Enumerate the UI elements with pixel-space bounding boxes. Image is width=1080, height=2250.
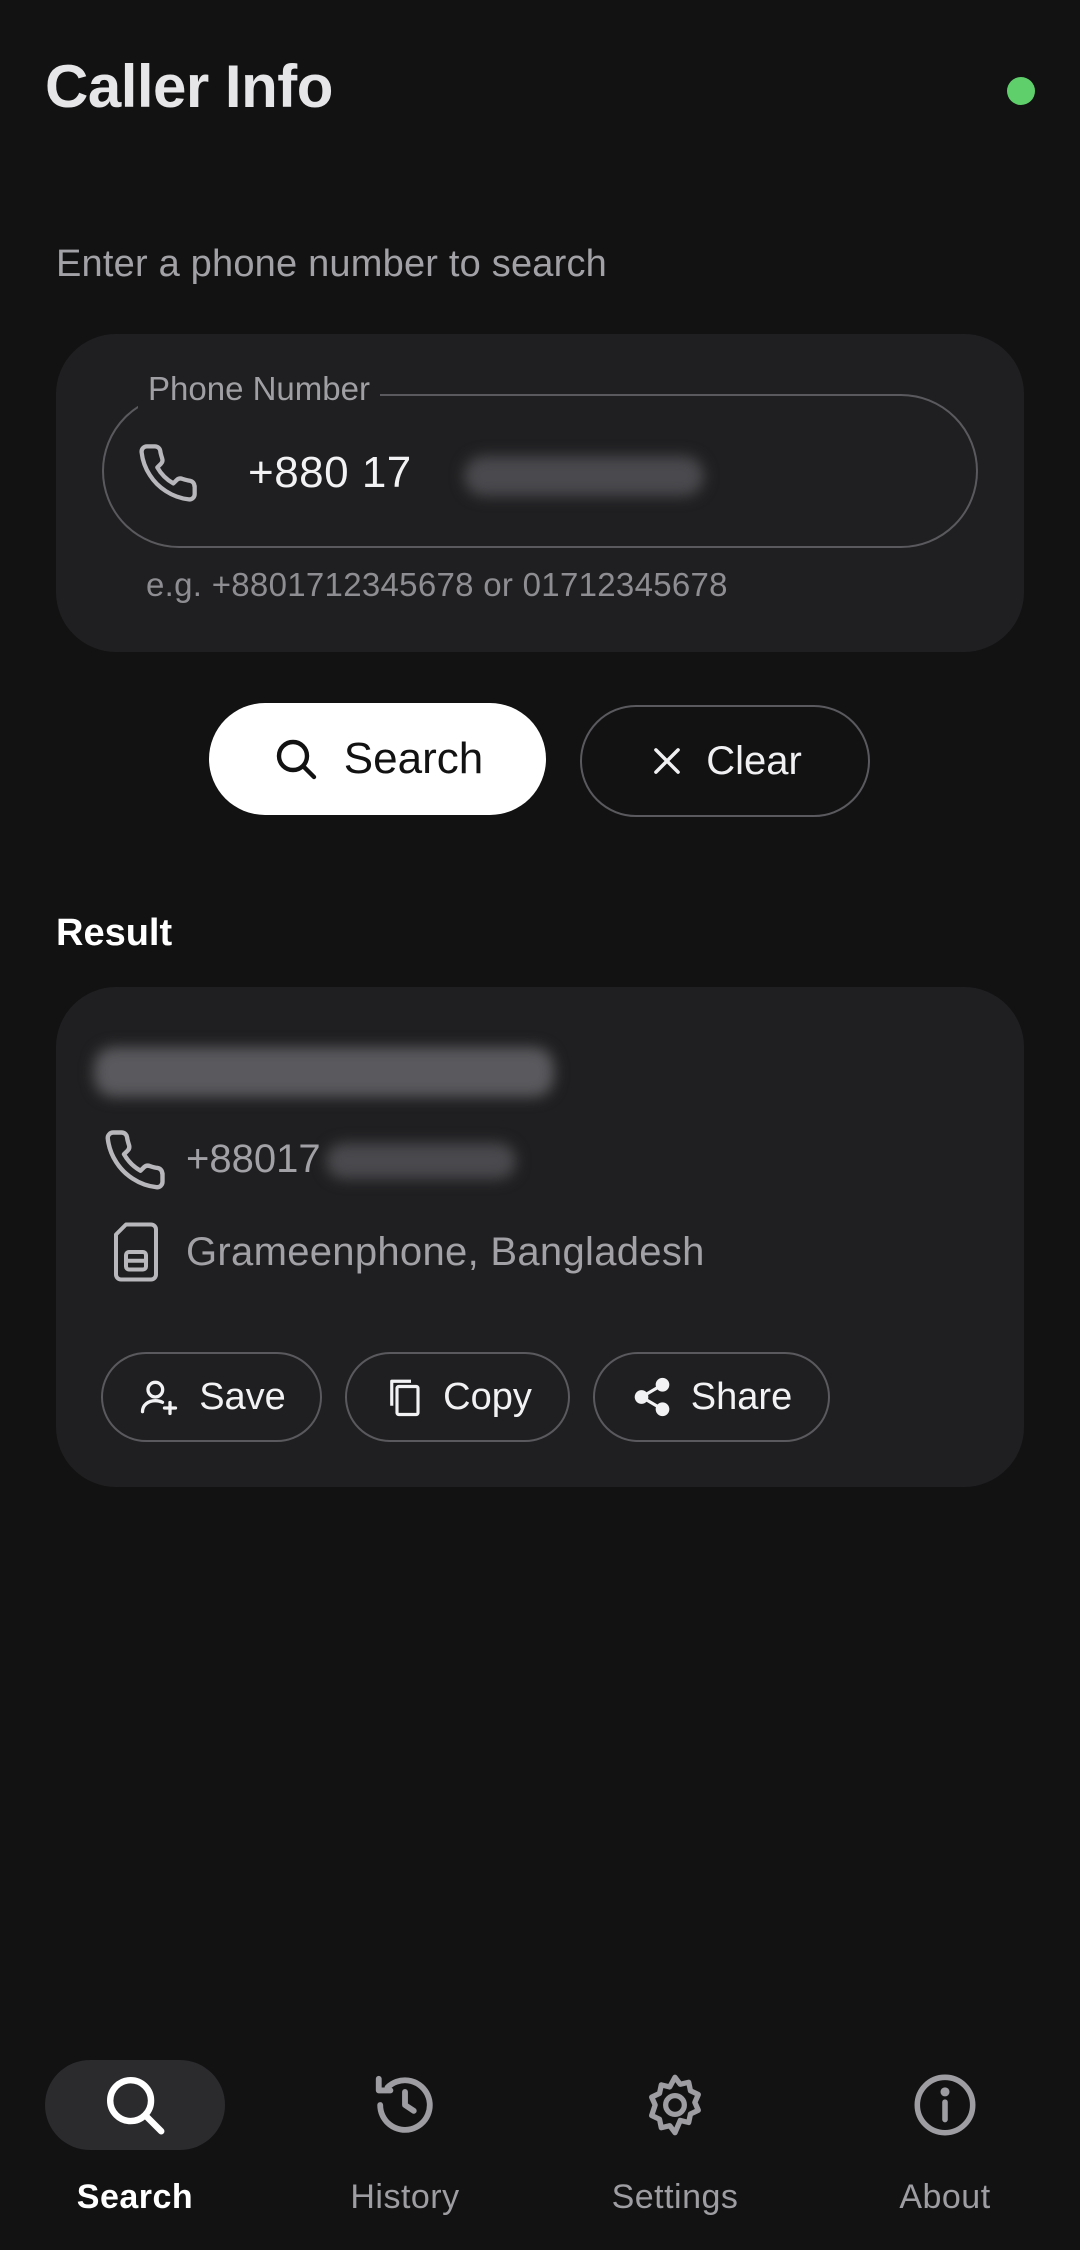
nav-item-settings[interactable]: Settings: [540, 2030, 810, 2250]
info-icon: [914, 2074, 976, 2136]
status-indicator: [1007, 77, 1035, 105]
nav-label-search: Search: [76, 2178, 194, 2216]
sim-card-icon: [114, 1222, 158, 1282]
history-icon: [375, 2075, 433, 2133]
phone-field-helper: e.g. +8801712345678 or 01712345678: [146, 566, 728, 603]
nav-label-about: About: [899, 2178, 991, 2216]
phone-number-field[interactable]: Phone Number +880 17: [102, 370, 978, 548]
nav-item-history[interactable]: History: [270, 2030, 540, 2250]
redacted-caller-name: [94, 1047, 554, 1097]
nav-label-settings: Settings: [611, 2178, 739, 2216]
redacted-result-digits: [326, 1143, 516, 1179]
save-contact-button[interactable]: Save: [101, 1352, 322, 1442]
search-prompt: Enter a phone number to search: [56, 243, 608, 285]
result-carrier: Grameenphone, Bangladesh: [186, 1230, 705, 1274]
share-icon: [634, 1377, 670, 1417]
result-section-title: Result: [56, 912, 173, 954]
search-icon: [276, 739, 316, 780]
phone-number-value: +880 17: [248, 448, 412, 497]
phone-icon: [105, 1130, 165, 1190]
gear-icon: [649, 2074, 701, 2136]
copy-icon: [390, 1379, 420, 1417]
nav-label-history: History: [350, 2178, 460, 2216]
page-title: Caller Info: [45, 53, 333, 120]
close-icon: [654, 748, 681, 774]
add-person-icon: [141, 1380, 178, 1416]
save-button-label: Save: [199, 1375, 286, 1418]
result-card: +88017 Grameenphone, Bangladesh Save Cop…: [56, 987, 1024, 1487]
phone-field-label: Phone Number: [138, 370, 380, 408]
caller-info-screen: Caller Info Enter a phone number to sear…: [0, 0, 1080, 2250]
copy-button[interactable]: Copy: [345, 1352, 570, 1442]
copy-button-label: Copy: [443, 1375, 532, 1418]
search-icon: [107, 2077, 165, 2135]
result-phone-number: +88017: [186, 1137, 321, 1181]
clear-button-label: Clear: [706, 738, 802, 783]
phone-input-card: Phone Number +880 17 e.g. +8801712345678…: [56, 334, 1024, 652]
share-button[interactable]: Share: [593, 1352, 830, 1442]
bottom-navigation: Search History Settings About: [0, 2030, 1080, 2250]
nav-item-search[interactable]: Search: [0, 2030, 270, 2250]
phone-icon: [139, 444, 197, 502]
search-button[interactable]: Search: [209, 703, 546, 815]
share-button-label: Share: [690, 1375, 793, 1418]
redacted-phone-digits: [464, 456, 704, 496]
nav-item-about[interactable]: About: [810, 2030, 1080, 2250]
search-button-label: Search: [343, 734, 484, 783]
clear-button[interactable]: Clear: [580, 705, 870, 817]
